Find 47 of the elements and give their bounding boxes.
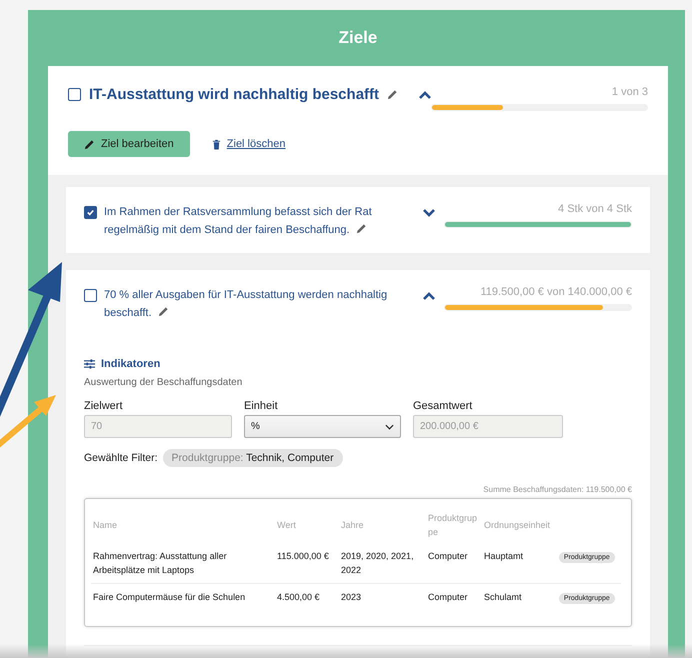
column-header: Wert bbox=[276, 519, 297, 532]
caret-icon bbox=[385, 424, 394, 430]
trash-icon bbox=[212, 138, 221, 150]
table-cell: 115.000,00 € bbox=[277, 551, 329, 561]
filter-chip[interactable]: Produktgruppe: Technik, Computer bbox=[162, 449, 343, 467]
filter-label: Gewählte Filter: bbox=[84, 452, 158, 464]
column-header: Ordnungseinheit bbox=[483, 519, 552, 532]
field-label: Zielwert bbox=[84, 400, 124, 412]
table-cell: Faire Computermäuse für die Schulen bbox=[93, 592, 246, 602]
chevron-up-icon[interactable] bbox=[422, 291, 436, 301]
checkbox[interactable] bbox=[84, 289, 97, 302]
progress-text: 1 von 3 bbox=[612, 86, 648, 98]
table-cell: 2023 bbox=[341, 592, 362, 602]
chevron-up-icon[interactable] bbox=[418, 90, 432, 100]
delete-goal-link[interactable]: Ziel löschen bbox=[212, 138, 286, 150]
column-header: Name bbox=[92, 519, 118, 532]
checkbox[interactable] bbox=[68, 88, 81, 101]
progress-text: 4 Stk von 4 Stk bbox=[558, 203, 632, 215]
sum-text: Summe Beschaffungsdaten: 119.500,00 € bbox=[482, 485, 632, 494]
column-header: Produktgruppe bbox=[427, 512, 478, 539]
field-label: Einheit bbox=[244, 400, 279, 412]
progress-text: 119.500,00 € von 140.000,00 € bbox=[480, 286, 632, 298]
check-icon bbox=[86, 208, 95, 217]
table-cell: Computer bbox=[428, 592, 468, 602]
pencil-icon[interactable] bbox=[158, 306, 169, 317]
edit-goal-button[interactable]: Ziel bearbeiten bbox=[68, 131, 190, 157]
pencil-icon bbox=[84, 138, 95, 150]
section-subtitle: Auswertung der Beschaffungsdaten bbox=[84, 377, 244, 388]
pencil-icon[interactable] bbox=[356, 223, 367, 234]
goal-title: IT-Ausstattung wird nachhaltig beschafft bbox=[89, 86, 380, 103]
field-label: Gesamtwert bbox=[413, 400, 474, 412]
panel-header: Ziele bbox=[338, 27, 378, 49]
pencil-icon[interactable] bbox=[387, 89, 398, 100]
section-title: Indikatoren bbox=[101, 358, 160, 370]
table-cell: Hauptamt bbox=[484, 551, 524, 561]
table-cell: 4.500,00 € bbox=[277, 592, 320, 602]
chevron-down-icon[interactable] bbox=[422, 208, 436, 218]
column-header: Jahre bbox=[340, 519, 365, 532]
sliders-icon bbox=[84, 359, 95, 369]
subgoal-title: 70 % aller Ausgaben für IT-Ausstattung werden nachhaltig beschafft. bbox=[104, 288, 388, 321]
table-cell: Rahmenvertrag: Ausstattung aller Arbeitsplätze mit Laptops bbox=[93, 551, 227, 575]
unit-dropdown[interactable]: % bbox=[244, 415, 401, 438]
table-cell: Computer bbox=[428, 551, 468, 561]
checkbox[interactable] bbox=[84, 206, 97, 219]
subgoal-title: Im Rahmen der Ratsversammlung befasst sich der Rat regelmäßig mit dem Stand der fairen Beschaffung. bbox=[104, 205, 373, 238]
table-cell: 2019, 2020, 2021, 2022 bbox=[341, 551, 414, 575]
table-cell: Schulamt bbox=[484, 592, 522, 602]
